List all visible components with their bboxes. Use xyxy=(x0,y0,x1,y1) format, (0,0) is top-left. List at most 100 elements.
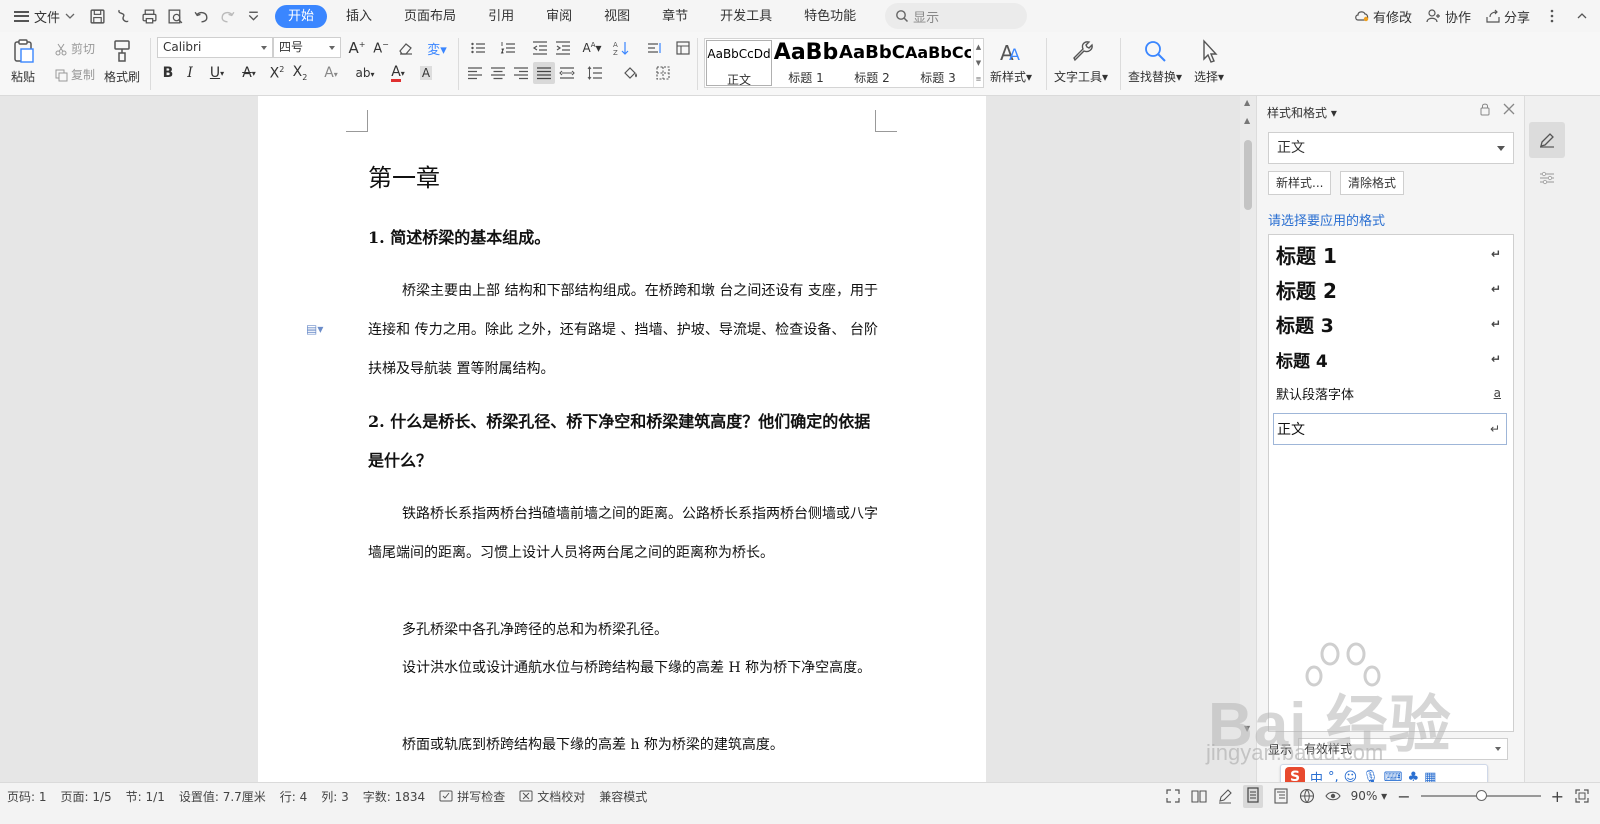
command-search-input[interactable]: 显示 xyxy=(885,3,1028,29)
bold-button[interactable]: B xyxy=(157,62,179,84)
tab-page-layout[interactable]: 页面布局 xyxy=(391,5,469,28)
font-size-select[interactable]: 四号 xyxy=(273,37,341,58)
style-heading-3[interactable]: AaBbCc 标题 3 xyxy=(905,39,971,87)
share-button[interactable]: 分享 xyxy=(1485,7,1530,26)
underline-button[interactable]: U ▾ xyxy=(202,62,232,84)
read-mode-icon[interactable] xyxy=(1191,788,1207,804)
lock-icon[interactable] xyxy=(1478,102,1492,116)
collaborate-button[interactable]: 协作 xyxy=(1426,7,1471,26)
outline-view-icon[interactable] xyxy=(1273,788,1289,804)
table-button[interactable] xyxy=(672,37,694,59)
copy-button[interactable]: 复制 xyxy=(54,66,95,83)
new-style-pane-button[interactable]: 新样式... xyxy=(1268,171,1332,195)
current-style-select[interactable]: 正文 xyxy=(1268,132,1514,164)
highlight-button[interactable]: ab▾ xyxy=(350,62,380,84)
pane-title[interactable]: 样式和格式 ▾ xyxy=(1267,104,1337,121)
web-view-icon[interactable] xyxy=(1299,788,1315,804)
scroll-thumb[interactable] xyxy=(1244,140,1252,210)
status-row[interactable]: 行: 4 xyxy=(280,788,308,805)
tab-review[interactable]: 审阅 xyxy=(533,5,585,28)
borders-button[interactable] xyxy=(648,62,678,84)
tab-home[interactable]: 开始 xyxy=(275,4,328,28)
cut-button[interactable]: 剪切 xyxy=(54,40,95,57)
redo-button[interactable] xyxy=(215,4,239,28)
styles-pane-tab[interactable] xyxy=(1529,122,1565,158)
bullets-button[interactable] xyxy=(464,37,492,59)
customize-toolbar-button[interactable] xyxy=(241,4,265,28)
align-center-button[interactable] xyxy=(487,62,509,84)
spellcheck-button[interactable]: 拼写检查 xyxy=(439,788,505,805)
style-heading-1[interactable]: AaBb 标题 1 xyxy=(773,39,839,87)
tab-insert[interactable]: 插入 xyxy=(333,5,385,28)
numbering-button[interactable] xyxy=(494,37,522,59)
styles-gallery-scroll[interactable]: ▲ ▼ ≡ xyxy=(973,39,983,87)
close-icon[interactable] xyxy=(1502,102,1516,116)
decrease-indent-button[interactable] xyxy=(529,37,551,59)
zoom-slider-knob[interactable] xyxy=(1475,790,1487,801)
strikethrough-button[interactable]: A ▾ xyxy=(234,62,264,84)
shrink-font-button[interactable]: A− xyxy=(370,37,392,59)
modified-button[interactable]: 有修改 xyxy=(1354,7,1412,26)
line-spacing-button[interactable] xyxy=(580,62,610,84)
status-pages[interactable]: 页面: 1/5 xyxy=(61,788,112,805)
justify-button[interactable] xyxy=(533,62,555,84)
distributed-button[interactable] xyxy=(556,62,578,84)
paste-button[interactable]: 粘贴 xyxy=(10,38,36,85)
status-section[interactable]: 节: 1/1 xyxy=(126,788,165,805)
tab-references[interactable]: 引用 xyxy=(475,5,527,28)
scroll-up-icon[interactable]: ▲ xyxy=(1244,98,1250,107)
zoom-slider[interactable] xyxy=(1420,790,1541,801)
text-tools-button[interactable]: 文字工具▾ xyxy=(1054,38,1108,85)
shading-button[interactable] xyxy=(615,62,645,84)
select-button[interactable]: 选择▾ xyxy=(1194,38,1224,85)
increase-indent-button[interactable] xyxy=(552,37,574,59)
new-style-button[interactable]: AA 新样式▾ xyxy=(990,38,1032,85)
tab-view[interactable]: 视图 xyxy=(591,5,643,28)
scroll-up-icon[interactable]: ▲ xyxy=(1244,116,1250,125)
file-menu[interactable]: 文件 xyxy=(0,0,81,32)
status-page[interactable]: 页码: 1 xyxy=(7,788,47,805)
export-pdf-button[interactable] xyxy=(111,4,135,28)
document-page[interactable]: ▤▾ 第一章 1. 简述桥梁的基本组成。 桥梁主要由上部 结构和下部结构组成。在… xyxy=(258,96,986,782)
adjust-pane-tab[interactable] xyxy=(1529,160,1565,196)
document-scrollbar[interactable]: ▲ ▲ ▼ xyxy=(1240,96,1256,782)
paragraph-options-icon[interactable]: ▤▾ xyxy=(306,322,323,336)
style-list-item-normal[interactable]: 正文 ↵ xyxy=(1273,413,1507,445)
tab-features[interactable]: 特色功能 xyxy=(791,5,869,28)
doc-check-button[interactable]: 文档校对 xyxy=(519,788,585,805)
align-right-button[interactable] xyxy=(510,62,532,84)
style-list-item-heading-4[interactable]: 标题 4 ↵ xyxy=(1273,342,1507,376)
page-view-button[interactable] xyxy=(1242,784,1263,808)
find-replace-button[interactable]: 查找替换▾ xyxy=(1128,38,1182,85)
fit-page-icon[interactable] xyxy=(1574,788,1590,804)
align-left-button[interactable] xyxy=(464,62,486,84)
zoom-out-button[interactable]: − xyxy=(1397,787,1410,806)
text-effect-button[interactable]: A▾ xyxy=(316,62,346,84)
style-heading-2[interactable]: AaBbC 标题 2 xyxy=(839,39,905,87)
sort-button[interactable]: AZ xyxy=(610,37,632,59)
clear-format-pane-button[interactable]: 清除格式 xyxy=(1340,171,1405,195)
zoom-level[interactable]: 90% ▾ xyxy=(1351,789,1388,803)
print-button[interactable] xyxy=(137,4,161,28)
status-col[interactable]: 列: 3 xyxy=(321,788,349,805)
print-preview-button[interactable] xyxy=(163,4,187,28)
subscript-button[interactable]: X2 xyxy=(289,62,311,84)
show-filter-select[interactable]: 有效样式 xyxy=(1298,738,1509,760)
zoom-in-button[interactable]: + xyxy=(1551,787,1564,806)
font-name-select[interactable]: Calibri xyxy=(157,37,273,58)
font-color-button[interactable]: A ▾ xyxy=(383,62,413,84)
style-normal[interactable]: AaBbCcDd 正文 xyxy=(706,40,772,86)
tab-section[interactable]: 章节 xyxy=(649,5,701,28)
change-case-button[interactable]: AA▾ xyxy=(577,37,607,59)
scroll-down-icon[interactable]: ▼ xyxy=(1244,724,1250,733)
fullscreen-icon[interactable] xyxy=(1165,788,1181,804)
line-spacing-options-button[interactable] xyxy=(640,37,670,59)
clear-format-button[interactable] xyxy=(395,37,417,59)
style-list-item-heading-1[interactable]: 标题 1 ↵ xyxy=(1273,237,1507,271)
more-menu-button[interactable] xyxy=(1544,8,1560,24)
style-list-item-heading-2[interactable]: 标题 2 ↵ xyxy=(1273,272,1507,306)
undo-button[interactable] xyxy=(189,4,213,28)
save-button[interactable] xyxy=(85,4,109,28)
phonetic-guide-button[interactable]: 変▾ xyxy=(422,37,452,59)
style-list-item-default-font[interactable]: 默认段落字体 a xyxy=(1273,377,1507,409)
